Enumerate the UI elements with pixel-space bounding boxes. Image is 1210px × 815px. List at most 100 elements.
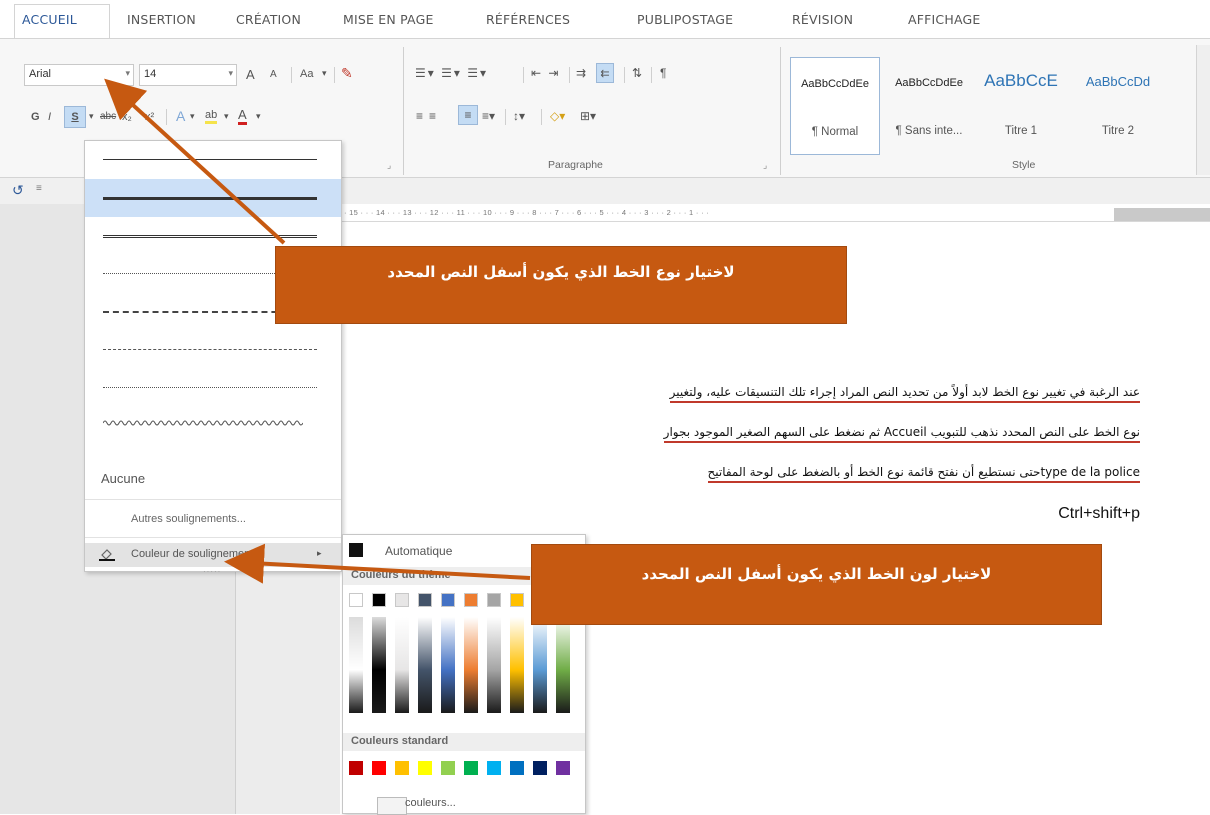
callout-line-type-text: لاختيار نوع الخط الذي يكون أسفل النص الم… [387, 263, 735, 281]
theme-color-shade-column[interactable] [533, 617, 547, 713]
strikethrough-button[interactable]: abc [100, 111, 116, 122]
underline-option-single[interactable] [85, 141, 341, 179]
bullets-icon[interactable]: ☰▾ ☰▾ ☰▾ [415, 66, 488, 80]
change-case-button[interactable]: Aa [300, 68, 313, 80]
font-group-launcher-icon[interactable]: ⌟ [387, 160, 391, 171]
align-icon[interactable]: ≡≡ [416, 109, 442, 123]
tab-mise-en-page[interactable]: MISE EN PAGE [343, 12, 434, 27]
resize-grip-icon[interactable]: ····· [203, 567, 221, 576]
standard-color-swatch[interactable] [464, 761, 478, 775]
customize-icon[interactable]: ≡ [36, 183, 42, 194]
borders-icon[interactable]: ⊞▾ [580, 109, 596, 123]
standard-color-swatch[interactable] [487, 761, 501, 775]
underline-option-dash-dot-dot[interactable] [85, 369, 341, 407]
theme-color-shade-column[interactable] [556, 617, 570, 713]
theme-color-shade-column[interactable] [395, 617, 409, 713]
chevron-down-icon[interactable]: ▾ [322, 68, 327, 79]
underline-option-dash-dot[interactable] [85, 331, 341, 369]
undo-icon[interactable]: ↺ [12, 182, 24, 199]
theme-color-shade-column[interactable] [510, 617, 524, 713]
chevron-down-icon[interactable]: ▾ [256, 111, 261, 122]
theme-color-swatch[interactable] [487, 593, 501, 607]
chevron-down-icon[interactable]: ▾ [224, 111, 229, 122]
standard-color-swatch[interactable] [556, 761, 570, 775]
standard-color-swatch[interactable] [441, 761, 455, 775]
standard-color-swatch[interactable] [372, 761, 386, 775]
ribbon-tab-bar: ACCUEIL INSERTION CRÉATION MISE EN PAGE … [0, 0, 1210, 40]
more-colors-label[interactable]: couleurs... [405, 797, 456, 809]
theme-color-swatch[interactable] [372, 593, 386, 607]
underline-dropdown-arrow-icon[interactable]: ▾ [89, 111, 94, 122]
font-name-combo[interactable]: Arial ▾ [24, 64, 134, 86]
tab-insertion[interactable]: INSERTION [127, 12, 196, 27]
theme-color-shade-column[interactable] [487, 617, 501, 713]
paragraph-group-launcher-icon[interactable]: ⌟ [763, 160, 767, 171]
grow-font-button[interactable]: A [246, 67, 255, 82]
highlight-button[interactable]: ab [205, 109, 218, 124]
style-no-spacing[interactable]: AaBbCcDdEe ¶ Sans inte... [884, 57, 974, 155]
chevron-right-icon: ▸ [317, 548, 322, 558]
standard-color-swatch[interactable] [533, 761, 547, 775]
bold-button[interactable]: G [31, 111, 40, 123]
standard-color-swatch[interactable] [395, 761, 409, 775]
line-spacing-icon[interactable]: ↕▾ [513, 109, 525, 123]
underline-option-thick[interactable] [85, 179, 341, 217]
standard-color-swatch[interactable] [418, 761, 432, 775]
theme-color-swatch[interactable] [349, 593, 363, 607]
tab-revision[interactable]: RÉVISION [792, 12, 853, 27]
callout-line-type: لاختيار نوع الخط الذي يكون أسفل النص الم… [275, 246, 847, 324]
clear-formatting-icon[interactable]: ✎ [341, 65, 353, 82]
align-right-icon[interactable]: ≡ [458, 105, 478, 125]
standard-color-swatch[interactable] [349, 761, 363, 775]
theme-color-swatch[interactable] [418, 593, 432, 607]
theme-color-shade-column[interactable] [441, 617, 455, 713]
style-normal[interactable]: AaBbCcDdEe ¶ Normal [790, 57, 880, 155]
menu-separator [85, 537, 341, 538]
horizontal-ruler[interactable]: · 15 · · · 14 · · · 13 · · · 12 · · · 11… [340, 208, 1210, 222]
tab-accueil[interactable]: ACCUEIL [22, 12, 77, 27]
theme-color-swatch[interactable] [395, 593, 409, 607]
tab-affichage[interactable]: AFFICHAGE [908, 12, 980, 27]
style-heading-1[interactable]: AaBbCcE Titre 1 [976, 57, 1066, 155]
theme-color-shade-column[interactable] [372, 617, 386, 713]
theme-color-shade-column[interactable] [349, 617, 363, 713]
font-color-button[interactable]: A [238, 107, 247, 125]
tab-creation[interactable]: CRÉATION [236, 12, 301, 27]
underline-button[interactable]: S [64, 106, 86, 128]
shading-icon[interactable]: ◇▾ [550, 109, 565, 123]
chevron-down-icon: ▾ [228, 68, 233, 78]
separator [624, 67, 625, 83]
subscript-button[interactable]: x₂ [122, 111, 132, 123]
underline-option-wave[interactable] [85, 407, 341, 445]
justify-icon[interactable]: ≡▾ [482, 109, 495, 123]
italic-button[interactable]: I [48, 111, 51, 123]
superscript-button[interactable]: x² [145, 111, 154, 123]
wave-line-sample [103, 420, 303, 426]
theme-color-swatch[interactable] [510, 593, 524, 607]
sort-icon[interactable]: ⇅ [632, 66, 642, 80]
automatic-color-swatch[interactable] [349, 543, 363, 557]
underline-color-item[interactable]: Couleur de soulignement ▸ [85, 543, 341, 567]
more-underlines-item[interactable]: Autres soulignements... [131, 513, 246, 525]
chevron-down-icon[interactable]: ▾ [190, 111, 195, 122]
rtl-icon[interactable]: ⇇ [596, 63, 614, 83]
style-heading-2[interactable]: AaBbCcDd Titre 2 [1068, 57, 1168, 155]
tab-publipostage[interactable]: PUBLIPOSTAGE [637, 12, 733, 27]
ltr-icon[interactable]: ⇉ [576, 66, 586, 80]
styles-gallery-scroll[interactable] [1196, 45, 1210, 175]
shrink-font-button[interactable]: A [270, 69, 277, 80]
theme-color-shade-column[interactable] [418, 617, 432, 713]
pilcrow-icon[interactable]: ¶ [660, 66, 666, 80]
font-size-combo[interactable]: 14 ▾ [139, 64, 237, 86]
separator [523, 67, 524, 83]
theme-color-swatch[interactable] [464, 593, 478, 607]
theme-color-swatch[interactable] [441, 593, 455, 607]
indent-icon[interactable]: ⇤ ⇥ [531, 66, 560, 80]
automatic-color-item[interactable]: Automatique [385, 544, 452, 558]
underline-option-none[interactable]: Aucune [101, 471, 145, 486]
style-name: ¶ Sans inte... [895, 125, 963, 137]
tab-references[interactable]: RÉFÉRENCES [486, 12, 570, 27]
standard-color-swatch[interactable] [510, 761, 524, 775]
theme-color-shade-column[interactable] [464, 617, 478, 713]
text-effects-icon[interactable]: A [176, 108, 185, 124]
